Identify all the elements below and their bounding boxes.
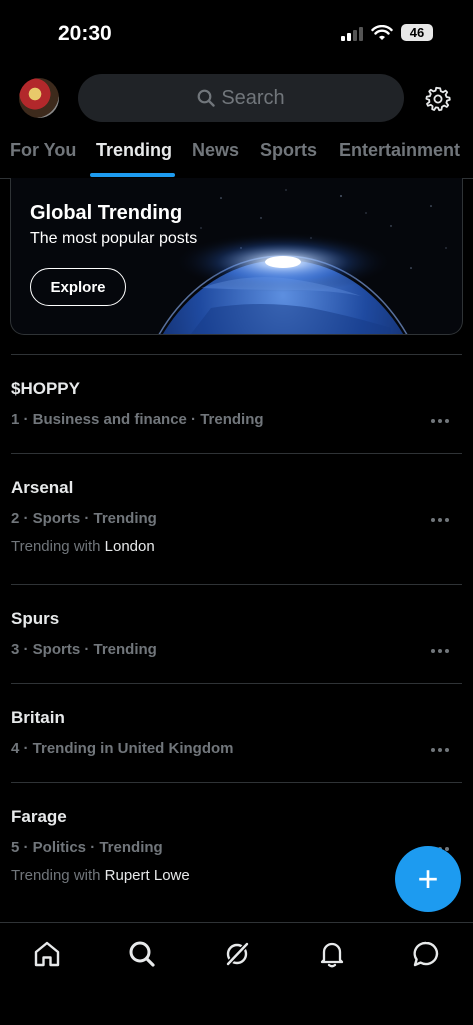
tab-news[interactable]: News <box>192 140 239 161</box>
trending-with: Trending with Rupert Lowe <box>11 867 190 884</box>
global-trending-card[interactable]: Global Trending The most popular posts E… <box>10 178 463 335</box>
trending-with-prefix: Trending with <box>11 538 105 555</box>
wifi-icon <box>371 24 393 40</box>
trend-meta: 5 · Politics · Trending <box>11 839 163 856</box>
more-options-icon[interactable] <box>431 418 451 424</box>
trend-meta: 4 · Trending in United Kingdom <box>11 740 234 757</box>
search-input[interactable]: Search <box>78 74 404 122</box>
trend-item[interactable]: Farage 5 · Politics · Trending Trending … <box>11 782 462 913</box>
explore-button[interactable]: Explore <box>30 268 126 306</box>
grok-icon[interactable] <box>222 939 252 969</box>
active-tab-indicator <box>90 173 175 177</box>
search-icon[interactable] <box>127 939 157 969</box>
trending-with: Trending with London <box>11 538 155 555</box>
trend-name: Spurs <box>11 609 60 628</box>
bell-icon[interactable] <box>317 939 347 969</box>
tab-trending[interactable]: Trending <box>96 140 172 161</box>
trend-list: $HOPPY 1 · Business and finance · Trendi… <box>11 354 462 913</box>
trend-item[interactable]: Britain 4 · Trending in United Kingdom <box>11 683 462 782</box>
more-options-icon[interactable] <box>431 747 451 753</box>
home-icon[interactable] <box>32 939 62 969</box>
status-bar: 20:30 46 <box>0 0 473 70</box>
trend-name: $HOPPY <box>11 379 80 398</box>
bottom-nav <box>0 922 473 1025</box>
search-placeholder: Search <box>221 86 285 109</box>
trend-name: Farage <box>11 807 67 826</box>
trend-name: Britain <box>11 708 65 727</box>
trend-item[interactable]: $HOPPY 1 · Business and finance · Trendi… <box>11 354 462 453</box>
tab-sports[interactable]: Sports <box>260 140 317 161</box>
tab-bar: For You Trending News Sports Entertainme… <box>0 128 473 179</box>
more-options-icon[interactable] <box>431 648 451 654</box>
trend-meta: 3 · Sports · Trending <box>11 641 157 658</box>
trending-with-prefix: Trending with <box>11 867 105 884</box>
trending-with-name[interactable]: London <box>105 538 155 555</box>
trend-meta: 2 · Sports · Trending <box>11 510 157 527</box>
trending-with-name[interactable]: Rupert Lowe <box>105 867 190 884</box>
search-icon <box>197 89 216 107</box>
compose-post-button[interactable]: + <box>395 846 461 912</box>
status-time: 20:30 <box>58 22 112 45</box>
trend-name: Arsenal <box>11 478 74 497</box>
hero-title: Global Trending <box>30 202 183 224</box>
avatar[interactable] <box>19 78 59 118</box>
plus-icon: + <box>417 858 439 899</box>
more-options-icon[interactable] <box>431 517 451 523</box>
trend-item[interactable]: Spurs 3 · Sports · Trending <box>11 584 462 683</box>
cellular-signal-icon <box>341 25 363 41</box>
tab-entertainment[interactable]: Entertainment <box>339 140 460 161</box>
hero-subtitle: The most popular posts <box>30 230 198 247</box>
messages-icon[interactable] <box>411 939 441 969</box>
trend-meta: 1 · Business and finance · Trending <box>11 411 264 428</box>
trend-item[interactable]: Arsenal 2 · Sports · Trending Trending w… <box>11 453 462 584</box>
battery-indicator: 46 <box>401 24 433 41</box>
tab-for-you[interactable]: For You <box>10 140 76 161</box>
top-bar: Search <box>0 74 473 122</box>
status-icons: 46 <box>341 24 433 41</box>
settings-gear-icon[interactable] <box>425 86 451 112</box>
